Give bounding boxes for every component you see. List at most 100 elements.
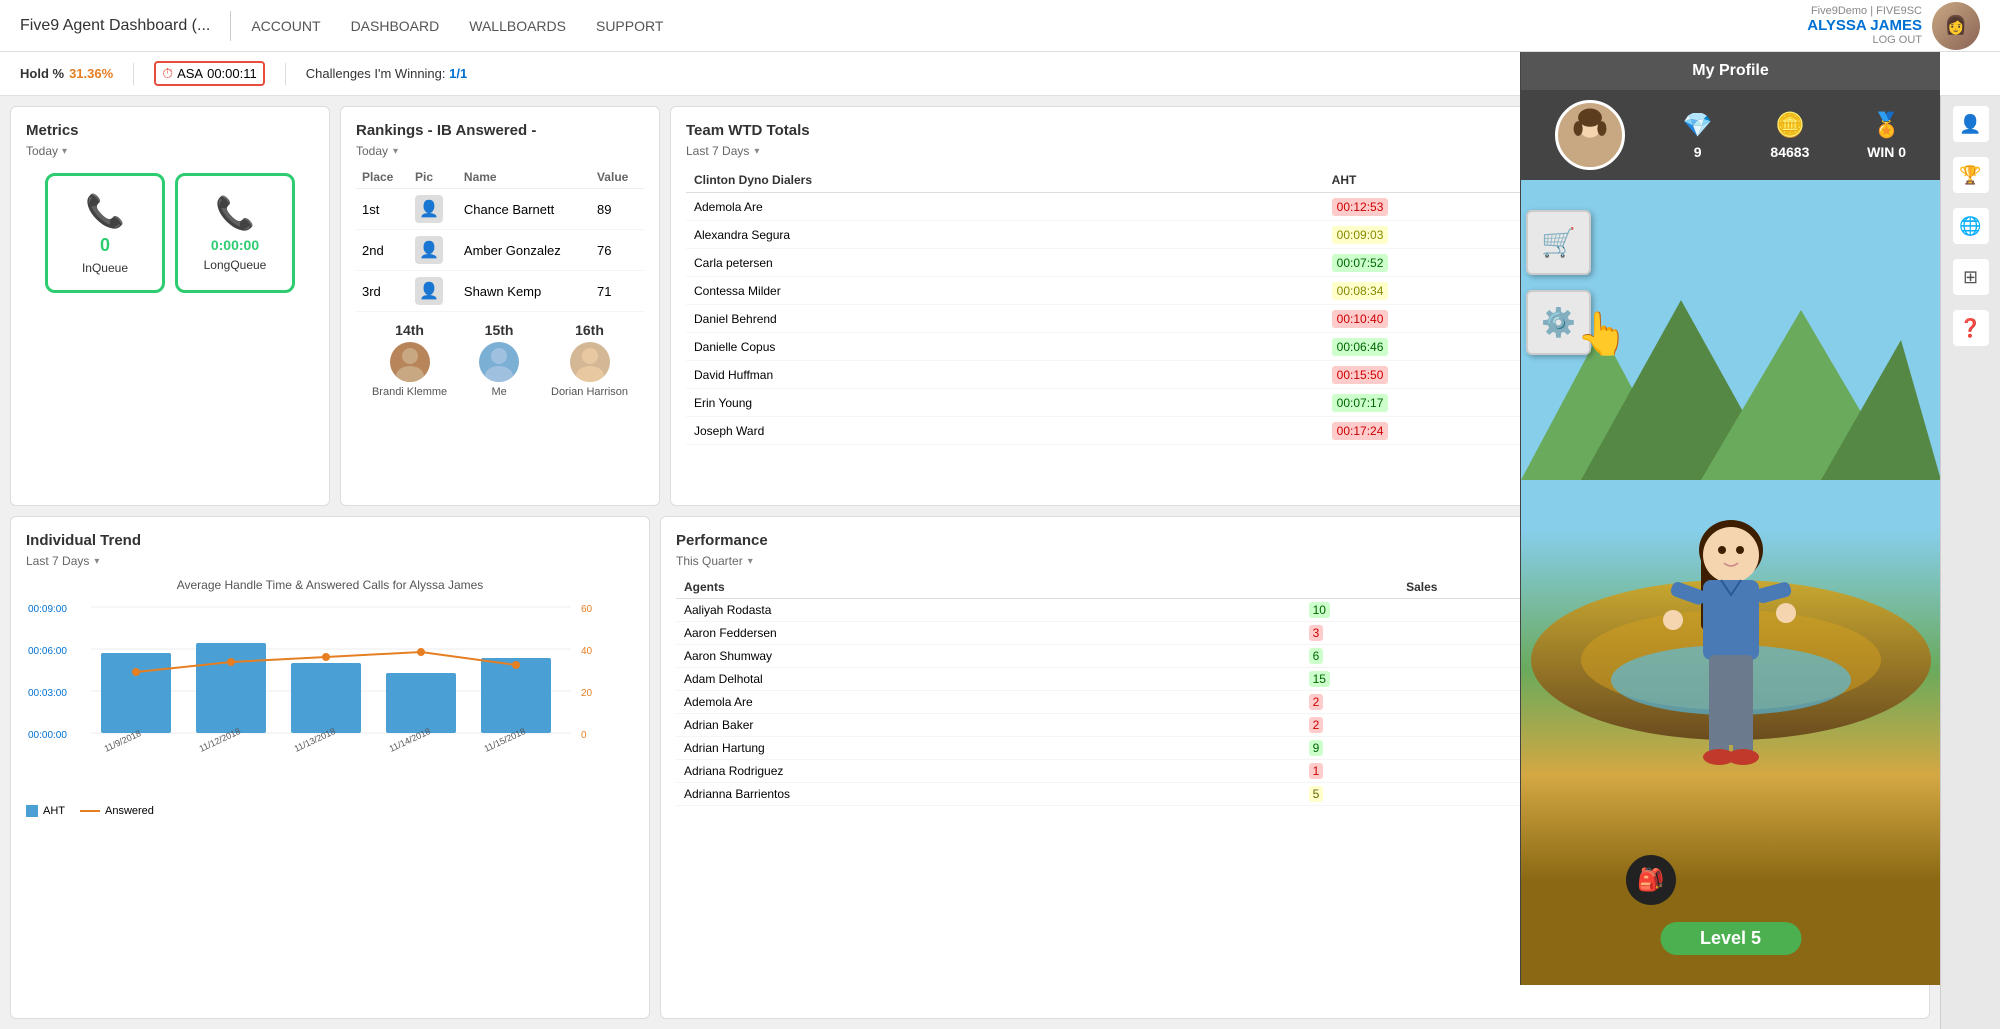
nav-wallboards[interactable]: WALLBOARDS xyxy=(469,18,566,34)
svg-text:00:03:00: 00:03:00 xyxy=(28,688,67,699)
medal-value: WIN 0 xyxy=(1867,144,1906,160)
rank-positions: 14th Brandi Klemme 15th Me xyxy=(356,322,644,398)
perf-sales: 2 xyxy=(1301,691,1543,714)
sidebar-icon-person[interactable]: 👤 xyxy=(1953,106,1989,142)
bag-icon[interactable]: 🎒 xyxy=(1626,855,1676,905)
nav-support[interactable]: SUPPORT xyxy=(596,18,663,34)
user-name: ALYSSA JAMES xyxy=(1807,17,1922,34)
perf-sales: 10 xyxy=(1301,599,1543,622)
longqueue-label: LongQueue xyxy=(204,258,267,272)
asa-value: 00:00:11 xyxy=(207,66,257,81)
team-name: Ademola Are xyxy=(686,193,1324,221)
svg-text:00:06:00: 00:06:00 xyxy=(28,646,67,657)
inqueue-value: 0 xyxy=(100,235,110,256)
popup-cart[interactable]: 🛒 xyxy=(1526,210,1591,275)
rank-15-avatar xyxy=(479,342,519,382)
svg-text:60: 60 xyxy=(581,604,593,615)
profile-avatar xyxy=(1555,100,1625,170)
profile-stat-diamond: 💎 9 xyxy=(1683,111,1713,160)
nav-divider xyxy=(230,11,231,41)
medal-icon: 🏅 xyxy=(1872,111,1902,140)
col-name: Name xyxy=(458,166,591,189)
rank-value: 76 xyxy=(591,230,644,271)
logout-link[interactable]: LOG OUT xyxy=(1872,34,1922,46)
nav-links: ACCOUNT DASHBOARD WALLBOARDS SUPPORT xyxy=(251,18,1807,34)
legend-aht-icon xyxy=(26,805,38,817)
svg-text:0: 0 xyxy=(581,730,587,741)
perf-agent: Ademola Are xyxy=(676,691,1301,714)
rank-16-avatar xyxy=(570,342,610,382)
sidebar-icon-grid[interactable]: ⊞ xyxy=(1953,259,1989,295)
status-divider-2 xyxy=(285,63,286,85)
rankings-panel: Rankings - IB Answered - Today ▾ Place P… xyxy=(340,106,660,506)
hold-value: 31.36% xyxy=(69,66,113,81)
level-platform: Level 5 xyxy=(1660,922,1801,955)
perf-sales: 5 xyxy=(1301,783,1543,806)
rank-pic: 👤 xyxy=(409,230,458,271)
rank-15-num: 15th xyxy=(485,322,514,338)
rank-name: Chance Barnett xyxy=(458,189,591,230)
rank-place: 2nd xyxy=(356,230,409,271)
legend-aht-label: AHT xyxy=(43,805,65,817)
team-name: Daniel Behrend xyxy=(686,305,1324,333)
perf-sales: 9 xyxy=(1301,737,1543,760)
inqueue-label: InQueue xyxy=(82,261,128,275)
rank-pos-16: 16th Dorian Harrison xyxy=(551,322,628,398)
right-sidebar: 👤 🏆 🌐 ⊞ ❓ xyxy=(1940,96,2000,1029)
coins-value: 84683 xyxy=(1770,144,1809,160)
sidebar-icon-trophy[interactable]: 🏆 xyxy=(1953,157,1989,193)
sidebar-icon-help[interactable]: ❓ xyxy=(1953,310,1989,346)
hold-percent: Hold % 31.36% xyxy=(20,66,113,81)
longqueue-card: 📞 0:00:00 LongQueue xyxy=(175,173,295,293)
legend-aht: AHT xyxy=(26,805,65,817)
legend-answered: Answered xyxy=(80,805,154,817)
popup-gear[interactable]: ⚙️ xyxy=(1526,290,1591,355)
perf-sales: 2 xyxy=(1301,714,1543,737)
svg-text:00:00:00: 00:00:00 xyxy=(28,730,67,741)
perf-sales: 1 xyxy=(1301,760,1543,783)
trend-arrow: ▾ xyxy=(94,556,99,567)
rank-16-name: Dorian Harrison xyxy=(551,386,628,398)
trend-period: Last 7 Days xyxy=(26,554,89,568)
perf-agent: Adrianna Barrientos xyxy=(676,783,1301,806)
table-row: 1st 👤 Chance Barnett 89 xyxy=(356,189,644,230)
perf-sales: 6 xyxy=(1301,645,1543,668)
rank-name: Shawn Kemp xyxy=(458,271,591,312)
trend-title: Individual Trend xyxy=(26,532,634,549)
diamond-icon: 💎 xyxy=(1683,111,1713,140)
perf-agent: Adrian Baker xyxy=(676,714,1301,737)
metrics-period[interactable]: Today ▾ xyxy=(26,144,314,158)
inqueue-card: 📞 0 InQueue xyxy=(45,173,165,293)
perf-agent: Adriana Rodriguez xyxy=(676,760,1301,783)
profile-stat-medal: 🏅 WIN 0 xyxy=(1867,111,1906,160)
asa-container: ⏱ ASA 00:00:11 xyxy=(154,61,265,86)
nav-dashboard[interactable]: DASHBOARD xyxy=(351,18,440,34)
rank-value: 71 xyxy=(591,271,644,312)
rank-name: Amber Gonzalez xyxy=(458,230,591,271)
rank-14-avatar xyxy=(390,342,430,382)
metrics-dropdown-arrow: ▾ xyxy=(62,146,67,157)
rank-14-name: Brandi Klemme xyxy=(372,386,447,398)
longqueue-icon: 📞 xyxy=(215,194,255,232)
trend-chart: Average Handle Time & Answered Calls for… xyxy=(26,578,634,778)
col-pic: Pic xyxy=(409,166,458,189)
team-name: Alexandra Segura xyxy=(686,221,1324,249)
coins-icon: 🪙 xyxy=(1775,111,1805,140)
longqueue-value: 0:00:00 xyxy=(211,237,259,253)
avatar[interactable]: 👩 xyxy=(1932,2,1980,50)
rank-15-name: Me xyxy=(491,386,506,398)
table-row: 2nd 👤 Amber Gonzalez 76 xyxy=(356,230,644,271)
top-navigation: Five9 Agent Dashboard (... ACCOUNT DASHB… xyxy=(0,0,2000,52)
nav-account[interactable]: ACCOUNT xyxy=(251,18,320,34)
rank-pic: 👤 xyxy=(409,189,458,230)
team-name: Carla petersen xyxy=(686,249,1324,277)
rank-pic: 👤 xyxy=(409,271,458,312)
rank-place: 1st xyxy=(356,189,409,230)
team-arrow: ▾ xyxy=(754,146,759,157)
sidebar-icon-globe[interactable]: 🌐 xyxy=(1953,208,1989,244)
rankings-arrow: ▾ xyxy=(393,146,398,157)
perf-col-agents: Agents xyxy=(676,576,1301,599)
team-name: Joseph Ward xyxy=(686,417,1324,445)
scene-overlay: Level 5 🎒 🛒 ⚙️ 👆 xyxy=(1521,180,1940,985)
perf-sales: 3 xyxy=(1301,622,1543,645)
